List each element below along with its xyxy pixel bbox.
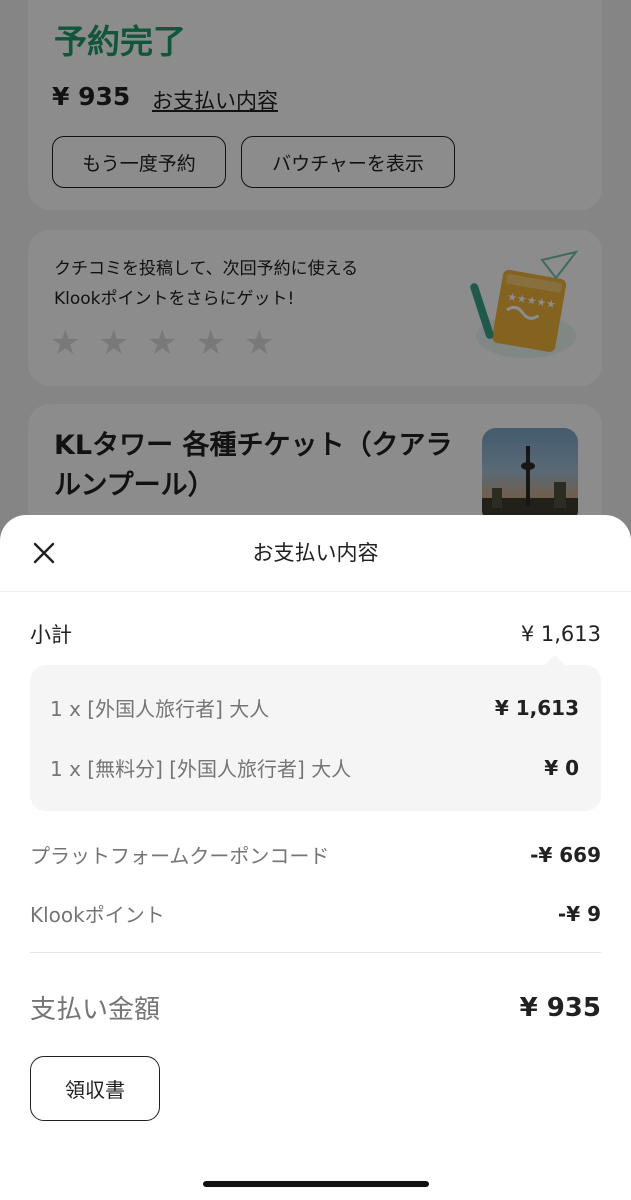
- breakdown-row: 1 x [無料分] [外国人旅行者] 大人 ¥ 0: [50, 753, 579, 782]
- subtotal-label: 小計: [30, 623, 72, 647]
- coupon-label: プラットフォームクーポンコード: [30, 844, 330, 868]
- total-label: 支払い金額: [30, 995, 161, 1025]
- sheet-header: お支払い内容: [0, 515, 631, 592]
- breakdown-amount: ¥ 1,613: [494, 695, 579, 720]
- points-label: Klookポイント: [30, 903, 165, 927]
- total-row: 支払い金額 ¥ 935: [30, 989, 601, 1026]
- subtotal-row: 小計 ¥ 1,613: [30, 619, 601, 649]
- total-amount: ¥ 935: [519, 992, 601, 1023]
- breakdown-label: 1 x [無料分] [外国人旅行者] 大人: [50, 757, 352, 781]
- breakdown-row: 1 x [外国人旅行者] 大人 ¥ 1,613: [50, 693, 579, 722]
- points-amount: -¥ 9: [557, 901, 601, 926]
- coupon-row: プラットフォームクーポンコード -¥ 669: [30, 840, 601, 869]
- receipt-button[interactable]: 領収書: [30, 1056, 160, 1121]
- breakdown-amount: ¥ 0: [544, 755, 579, 780]
- home-indicator[interactable]: [203, 1181, 429, 1187]
- sheet-title: お支払い内容: [252, 541, 379, 565]
- subtotal-breakdown: 1 x [外国人旅行者] 大人 ¥ 1,613 1 x [無料分] [外国人旅行…: [30, 655, 601, 811]
- points-row: Klookポイント -¥ 9: [30, 899, 601, 928]
- payment-details-sheet: お支払い内容 小計 ¥ 1,613 1 x [外国人旅行者] 大人 ¥ 1,61…: [0, 515, 631, 1200]
- coupon-amount: -¥ 669: [530, 842, 601, 867]
- divider: [30, 952, 601, 953]
- breakdown-label: 1 x [外国人旅行者] 大人: [50, 697, 270, 721]
- subtotal-amount: ¥ 1,613: [520, 622, 601, 646]
